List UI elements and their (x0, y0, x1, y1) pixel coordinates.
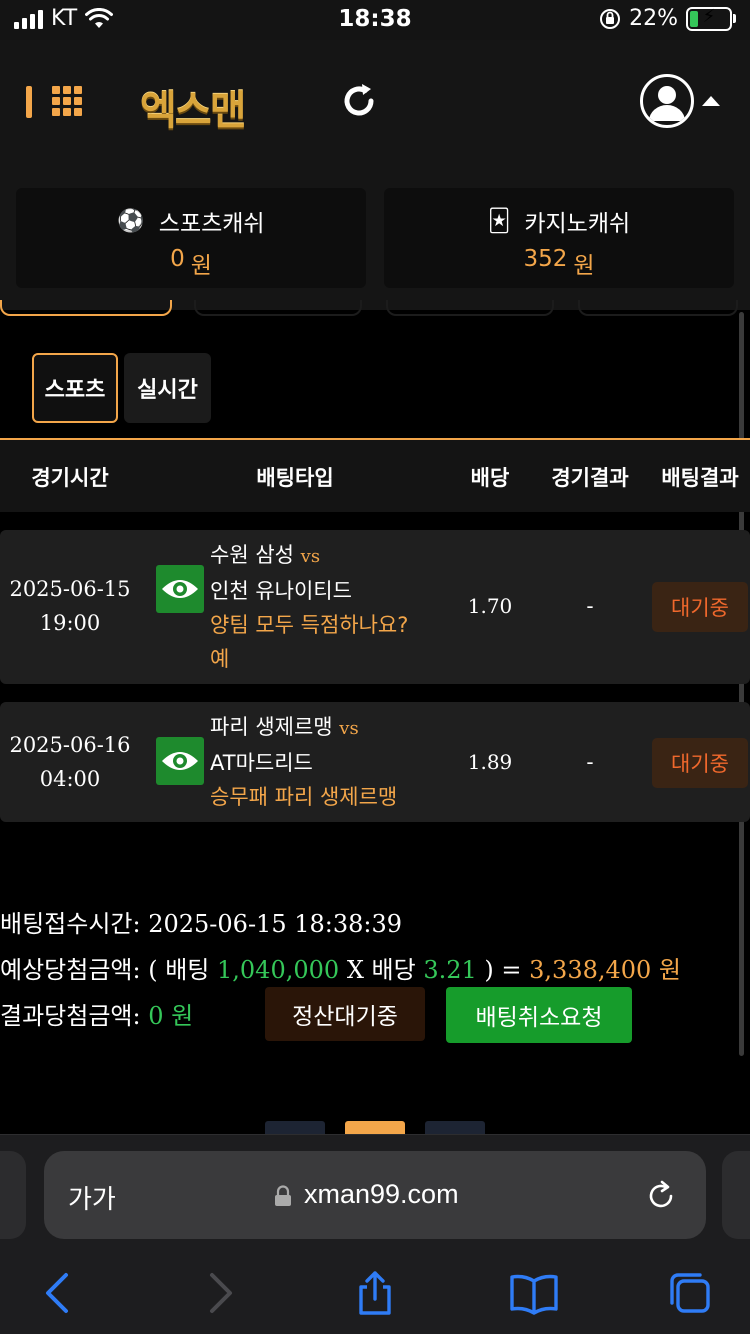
currency-unit: 원 (190, 253, 212, 279)
row-odds: 1.70 (467, 594, 513, 618)
total-odds: 3.21 (423, 956, 477, 984)
eye-icon[interactable] (156, 565, 204, 613)
row-date: 2025-06-15 (9, 577, 131, 601)
battery-percent: 22% (629, 6, 678, 31)
pagination-item[interactable] (265, 1121, 325, 1135)
result-amount: 0 원 (148, 1002, 194, 1030)
sports-cash-card[interactable]: ⚽ 스포츠캐쉬 0원 (16, 188, 366, 288)
table-row: 2025-06-15 19:00 수원 삼성 vs 인천 유나이티드 양팀 모두… (0, 530, 750, 684)
expected-label: 예상당첨금액: (0, 956, 141, 984)
expected-winnings: 예상당첨금액: ( 배팅 1,040,000 X 배당 3.21 ) = 3,3… (0, 950, 681, 985)
bet-pick: 예 (210, 647, 230, 671)
caret-up-icon[interactable] (702, 96, 720, 106)
expected-amount: 3,338,400 원 (529, 956, 682, 984)
url-text[interactable]: xman99.com (304, 1179, 459, 1210)
col-odds: 배당 (470, 466, 510, 490)
casino-cards-icon: 🃏 (487, 208, 511, 234)
result-label: 결과당첨금액: (0, 1002, 141, 1030)
accept-time-value: 2025-06-15 18:38:39 (148, 910, 403, 938)
tab-stub[interactable] (194, 300, 362, 316)
forward-arrow-icon[interactable] (198, 1271, 242, 1315)
bet-label: ( 배팅 (148, 956, 210, 984)
wallet-section: ⚽ 스포츠캐쉬 0원 🃏 카지노캐쉬 352 원 (0, 160, 750, 310)
away-team: AT마드리드 (210, 751, 313, 775)
text-size-button[interactable]: 가가 (68, 1179, 116, 1216)
bookmarks-icon[interactable] (510, 1271, 558, 1315)
currency-unit: 원 (573, 253, 595, 279)
row-time: 04:00 (39, 767, 101, 791)
table-row: 2025-06-16 04:00 파리 생제르맹 vs AT마드리드 승무패 파… (0, 702, 750, 822)
accept-time-label: 배팅접수시간: (0, 910, 141, 938)
reload-icon[interactable] (644, 1179, 678, 1213)
next-tab-pill[interactable] (722, 1151, 750, 1239)
tab-sports[interactable]: 스포츠 (32, 353, 118, 423)
equals-label: ) = (484, 956, 522, 984)
casino-cash-card[interactable]: 🃏 카지노캐쉬 352 원 (384, 188, 734, 288)
sports-cash-amount: 0 (170, 246, 185, 272)
col-bet-type: 배팅타입 (256, 466, 334, 490)
col-game-result: 경기결과 (551, 466, 629, 490)
eye-icon[interactable] (156, 737, 204, 785)
col-game-time: 경기시간 (31, 466, 109, 490)
tab-stub[interactable] (578, 300, 738, 316)
home-team: 수원 삼성 (210, 543, 294, 567)
soccer-ball-icon: ⚽ (117, 208, 145, 234)
vs-label: vs (300, 546, 321, 567)
bet-market: 양팀 모두 득점하나요? (210, 613, 409, 637)
match-info: 수원 삼성 vs 인천 유나이티드 양팀 모두 득점하나요? 예 (210, 538, 408, 676)
sports-cash-label: 스포츠캐쉬 (158, 211, 265, 237)
bet-amount: 1,040,000 (217, 956, 340, 984)
site-header: 엑스맨 (0, 40, 750, 160)
vs-label: vs (339, 718, 359, 739)
home-team: 파리 생제르맹 (210, 715, 333, 739)
site-logo[interactable]: 엑스맨 (140, 78, 246, 136)
status-badge: 대기중 (652, 738, 748, 788)
refresh-icon[interactable] (338, 80, 380, 122)
row-time: 19:00 (39, 611, 101, 635)
previous-tab-pill[interactable] (0, 1151, 26, 1239)
browser-toolbar: 가가 xman99.com (0, 1134, 750, 1334)
status-badge: 대기중 (652, 582, 748, 632)
away-team: 인천 유나이티드 (210, 579, 352, 603)
scrollbar[interactable] (739, 312, 744, 1056)
status-bar: KT 18:38 22% ⚡ (0, 0, 750, 40)
result-winnings: 결과당첨금액: 0 원 (0, 996, 193, 1031)
top-tab-stubs (0, 300, 750, 320)
match-info: 파리 생제르맹 vs AT마드리드 승무패 파리 생제르맹 (210, 710, 397, 814)
tab-live[interactable]: 실시간 (124, 353, 211, 423)
casino-cash-amount: 352 (523, 246, 568, 272)
battery-icon: ⚡ (686, 6, 732, 31)
user-avatar-icon[interactable] (640, 74, 694, 128)
menu-bar-accent (26, 86, 32, 118)
row-game-result: - (586, 750, 594, 774)
tab-stub-active[interactable] (0, 300, 172, 316)
address-bar[interactable]: 가가 xman99.com (44, 1151, 706, 1239)
tabs-icon[interactable] (668, 1271, 712, 1315)
col-bet-result: 배팅결과 (661, 466, 739, 490)
pagination-item[interactable] (425, 1121, 485, 1135)
bet-accept-time: 배팅접수시간: 2025-06-15 18:38:39 (0, 904, 402, 939)
casino-cash-label: 카지노캐쉬 (524, 211, 631, 237)
lock-icon (275, 1185, 291, 1206)
row-datetime: 2025-06-16 04:00 (0, 728, 140, 796)
share-icon[interactable] (353, 1271, 397, 1315)
table-header: 경기시간 배팅타입 배당 경기결과 배팅결과 (0, 438, 750, 512)
odds-label: X 배당 (346, 956, 416, 984)
grid-menu-icon[interactable] (52, 86, 82, 116)
row-game-result: - (586, 594, 594, 618)
row-datetime: 2025-06-15 19:00 (0, 572, 140, 640)
pagination-item-active[interactable] (345, 1121, 405, 1135)
cancel-bet-request-button[interactable]: 배팅취소요청 (446, 987, 632, 1043)
settlement-pending-button[interactable]: 정산대기중 (265, 987, 425, 1041)
back-arrow-icon[interactable] (36, 1271, 80, 1315)
bet-market: 승무패 파리 생제르맹 (210, 785, 398, 809)
row-date: 2025-06-16 (9, 733, 131, 757)
row-odds: 1.89 (467, 750, 513, 774)
orientation-lock-icon (600, 8, 621, 29)
tab-stub[interactable] (386, 300, 554, 316)
